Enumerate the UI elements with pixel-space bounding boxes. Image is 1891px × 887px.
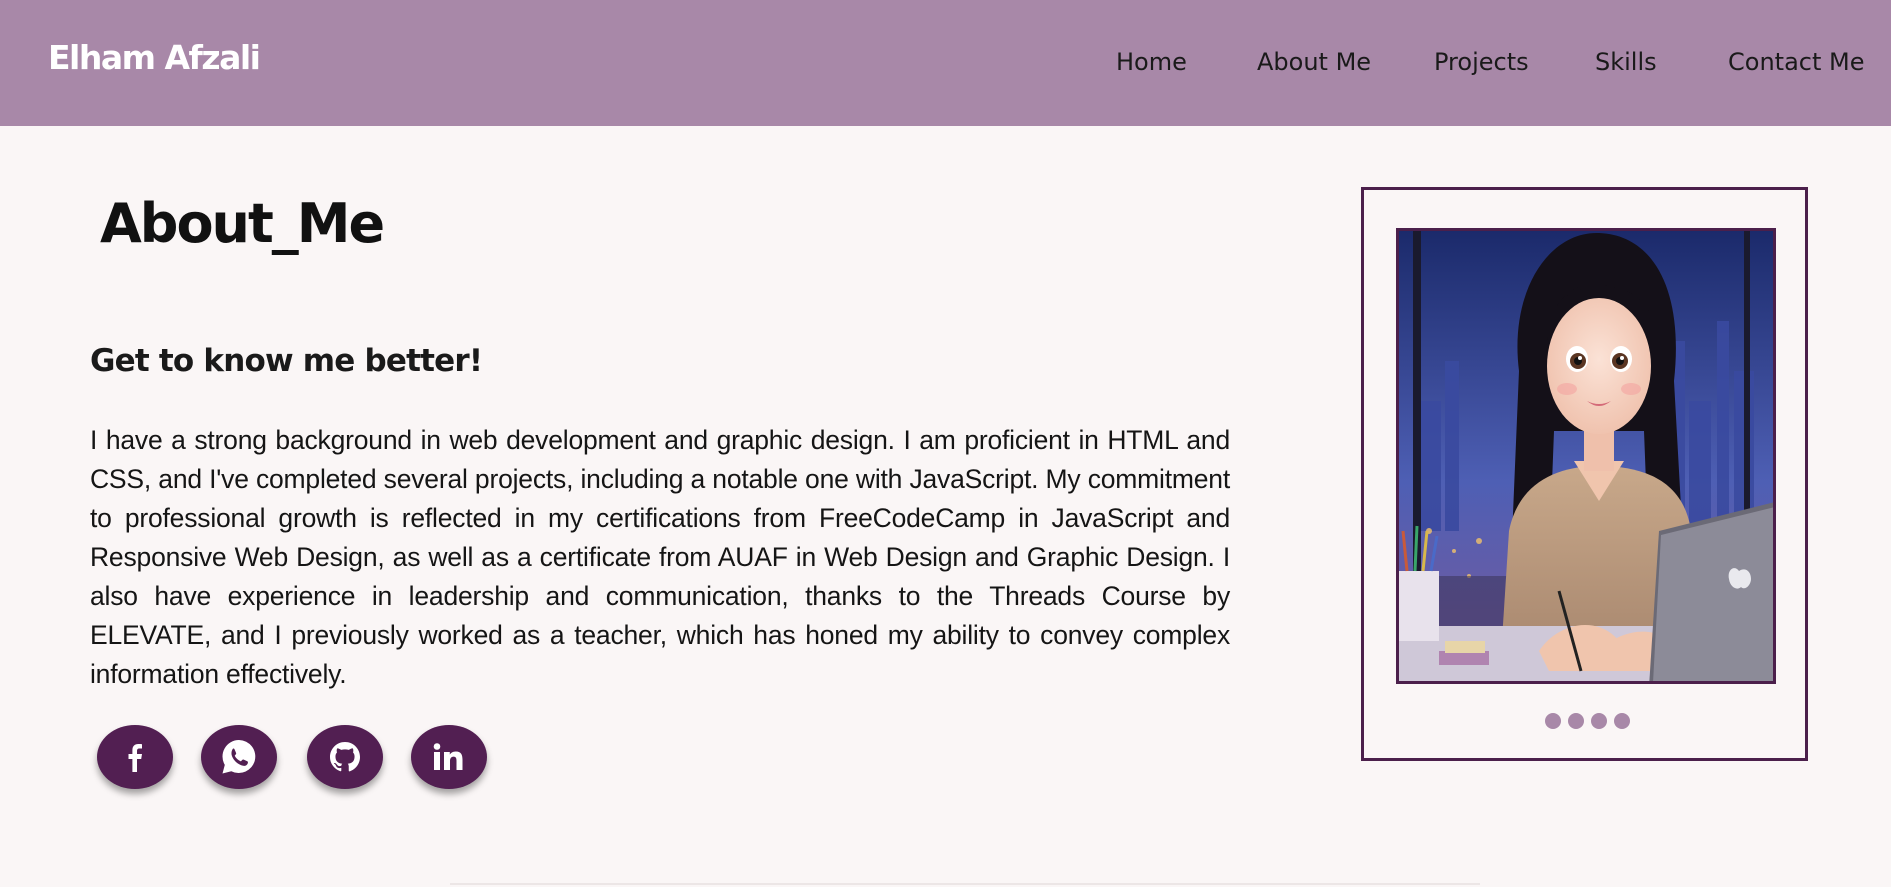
profile-illustration	[1399, 231, 1773, 681]
carousel-dot-1[interactable]	[1545, 713, 1561, 729]
facebook-link[interactable]	[97, 725, 173, 789]
section-subtitle: Get to know me better!	[90, 343, 483, 379]
divider	[450, 883, 1480, 885]
nav-link-about[interactable]: About Me	[1257, 48, 1371, 76]
nav-link-projects[interactable]: Projects	[1434, 48, 1529, 76]
carousel-dot-2[interactable]	[1568, 713, 1584, 729]
nav-link-contact[interactable]: Contact Me	[1728, 48, 1864, 76]
whatsapp-icon	[222, 740, 256, 774]
whatsapp-link[interactable]	[201, 725, 277, 789]
carousel-dot-4[interactable]	[1614, 713, 1630, 729]
bio-paragraph: I have a strong background in web develo…	[90, 425, 1230, 689]
linkedin-link[interactable]	[411, 725, 487, 789]
carousel-dot-3[interactable]	[1591, 713, 1607, 729]
nav-link-home[interactable]: Home	[1116, 48, 1187, 76]
profile-image	[1396, 228, 1776, 684]
brand-logo-text[interactable]: Elham Afzali	[48, 38, 261, 77]
linkedin-icon	[433, 743, 463, 770]
github-link[interactable]	[307, 725, 383, 789]
nav-link-skills[interactable]: Skills	[1595, 48, 1657, 76]
facebook-icon	[128, 744, 142, 772]
page-title: About_Me	[100, 192, 385, 255]
navbar: Elham Afzali Home About Me Projects Skil…	[0, 0, 1891, 126]
github-icon	[330, 742, 360, 772]
